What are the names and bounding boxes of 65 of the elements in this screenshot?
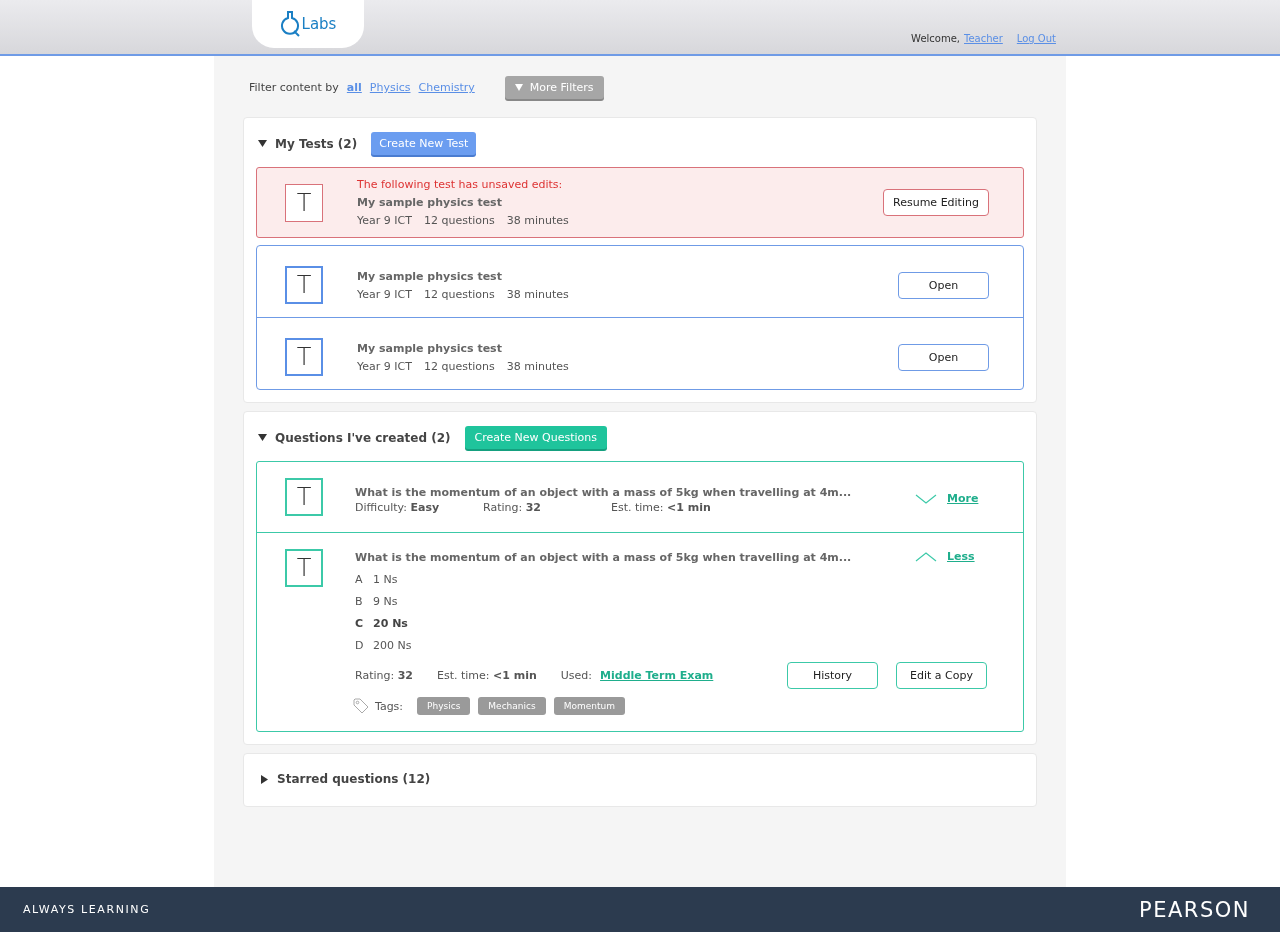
test-meta: 38 minutes: [506, 287, 569, 301]
caret-icon: [514, 84, 523, 91]
test-meta: Year 9 ICT: [357, 359, 412, 373]
test-title: My sample physics test: [357, 196, 503, 209]
tag-chip[interactable]: Physics: [417, 697, 471, 715]
caret-icon[interactable]: [260, 774, 269, 784]
answer-option: D 200 Ns: [355, 639, 987, 652]
question-meta: Rating: 32: [355, 669, 413, 682]
logo-tab[interactable]: Labs: [252, 0, 364, 48]
question-meta: Difficulty: Easy: [355, 501, 441, 514]
test-icon: T: [285, 183, 323, 222]
section-title: Questions I've created (2): [275, 430, 451, 445]
toggle-link[interactable]: More: [947, 492, 979, 505]
question-meta: Rating: 32: [483, 501, 542, 514]
question-text: What is the momentum of an object with a mass of 5kg when travelling at 4m...: [355, 485, 853, 499]
resume-editing-button[interactable]: Resume Editing: [883, 189, 989, 216]
toggle-link[interactable]: Less: [947, 550, 975, 563]
answer-option: A 1 Ns: [355, 573, 987, 586]
more-filters-button[interactable]: More Filters: [504, 76, 604, 99]
question-icon: T: [285, 478, 323, 516]
welcome-text: Welcome,: [911, 33, 961, 44]
flask-icon: [279, 11, 300, 37]
tag-chip[interactable]: Mechanics: [478, 697, 546, 715]
question-icon: T: [285, 549, 323, 587]
question-meta: Est. time: <1 min: [611, 501, 711, 514]
unsaved-notice: The following test has unsaved edits:: [357, 178, 564, 191]
footer-tagline: ALWAYS LEARNING: [23, 903, 151, 916]
user-link[interactable]: Teacher: [964, 33, 1003, 44]
filter-label: Filter content by: [249, 81, 339, 94]
section-title: My Tests (2): [275, 136, 358, 151]
open-button[interactable]: Open: [898, 271, 989, 299]
question-meta: Est. time: <1 min: [437, 669, 537, 682]
logo-text: Labs: [301, 15, 337, 33]
test-meta: 38 minutes: [506, 214, 569, 227]
test-meta: 12 questions: [423, 359, 495, 373]
test-title: My sample physics test: [357, 341, 503, 355]
question-button[interactable]: Edit a Copy: [896, 662, 987, 689]
test-meta: 38 minutes: [506, 359, 569, 373]
filter-link[interactable]: Chemistry: [418, 81, 475, 94]
filter-link[interactable]: all: [346, 81, 362, 94]
test-title: My sample physics test: [357, 269, 503, 283]
test-meta: Year 9 ICT: [357, 214, 412, 227]
caret-icon[interactable]: [258, 139, 267, 148]
brand-name: PEARSON: [1139, 897, 1250, 922]
used-label: Used:: [560, 669, 593, 682]
answer-option: C 20 Ns: [355, 617, 987, 630]
question-text: What is the momentum of an object with a mass of 5kg when travelling at 4m...: [355, 550, 853, 564]
exam-link[interactable]: Middle Term Exam: [600, 669, 714, 682]
test-meta: 12 questions: [423, 214, 495, 227]
section-title: Starred questions (12): [277, 772, 431, 786]
open-button[interactable]: Open: [898, 343, 989, 371]
tag-chip[interactable]: Momentum: [553, 697, 625, 715]
test-icon: T: [285, 266, 323, 304]
caret-icon[interactable]: [258, 433, 267, 442]
tags-label: Tags:: [375, 699, 404, 713]
create-test-button[interactable]: Create New Test: [371, 132, 477, 155]
test-meta: Year 9 ICT: [357, 287, 412, 301]
filter-link[interactable]: Physics: [369, 81, 411, 94]
test-meta: 12 questions: [423, 287, 495, 301]
logout-link[interactable]: Log Out: [1016, 33, 1056, 44]
tag-icon: [353, 698, 369, 714]
answer-option: B 9 Ns: [355, 595, 987, 608]
create-questions-button[interactable]: Create New Questions: [464, 426, 607, 449]
question-button[interactable]: History: [787, 662, 878, 689]
test-icon: T: [285, 338, 323, 376]
